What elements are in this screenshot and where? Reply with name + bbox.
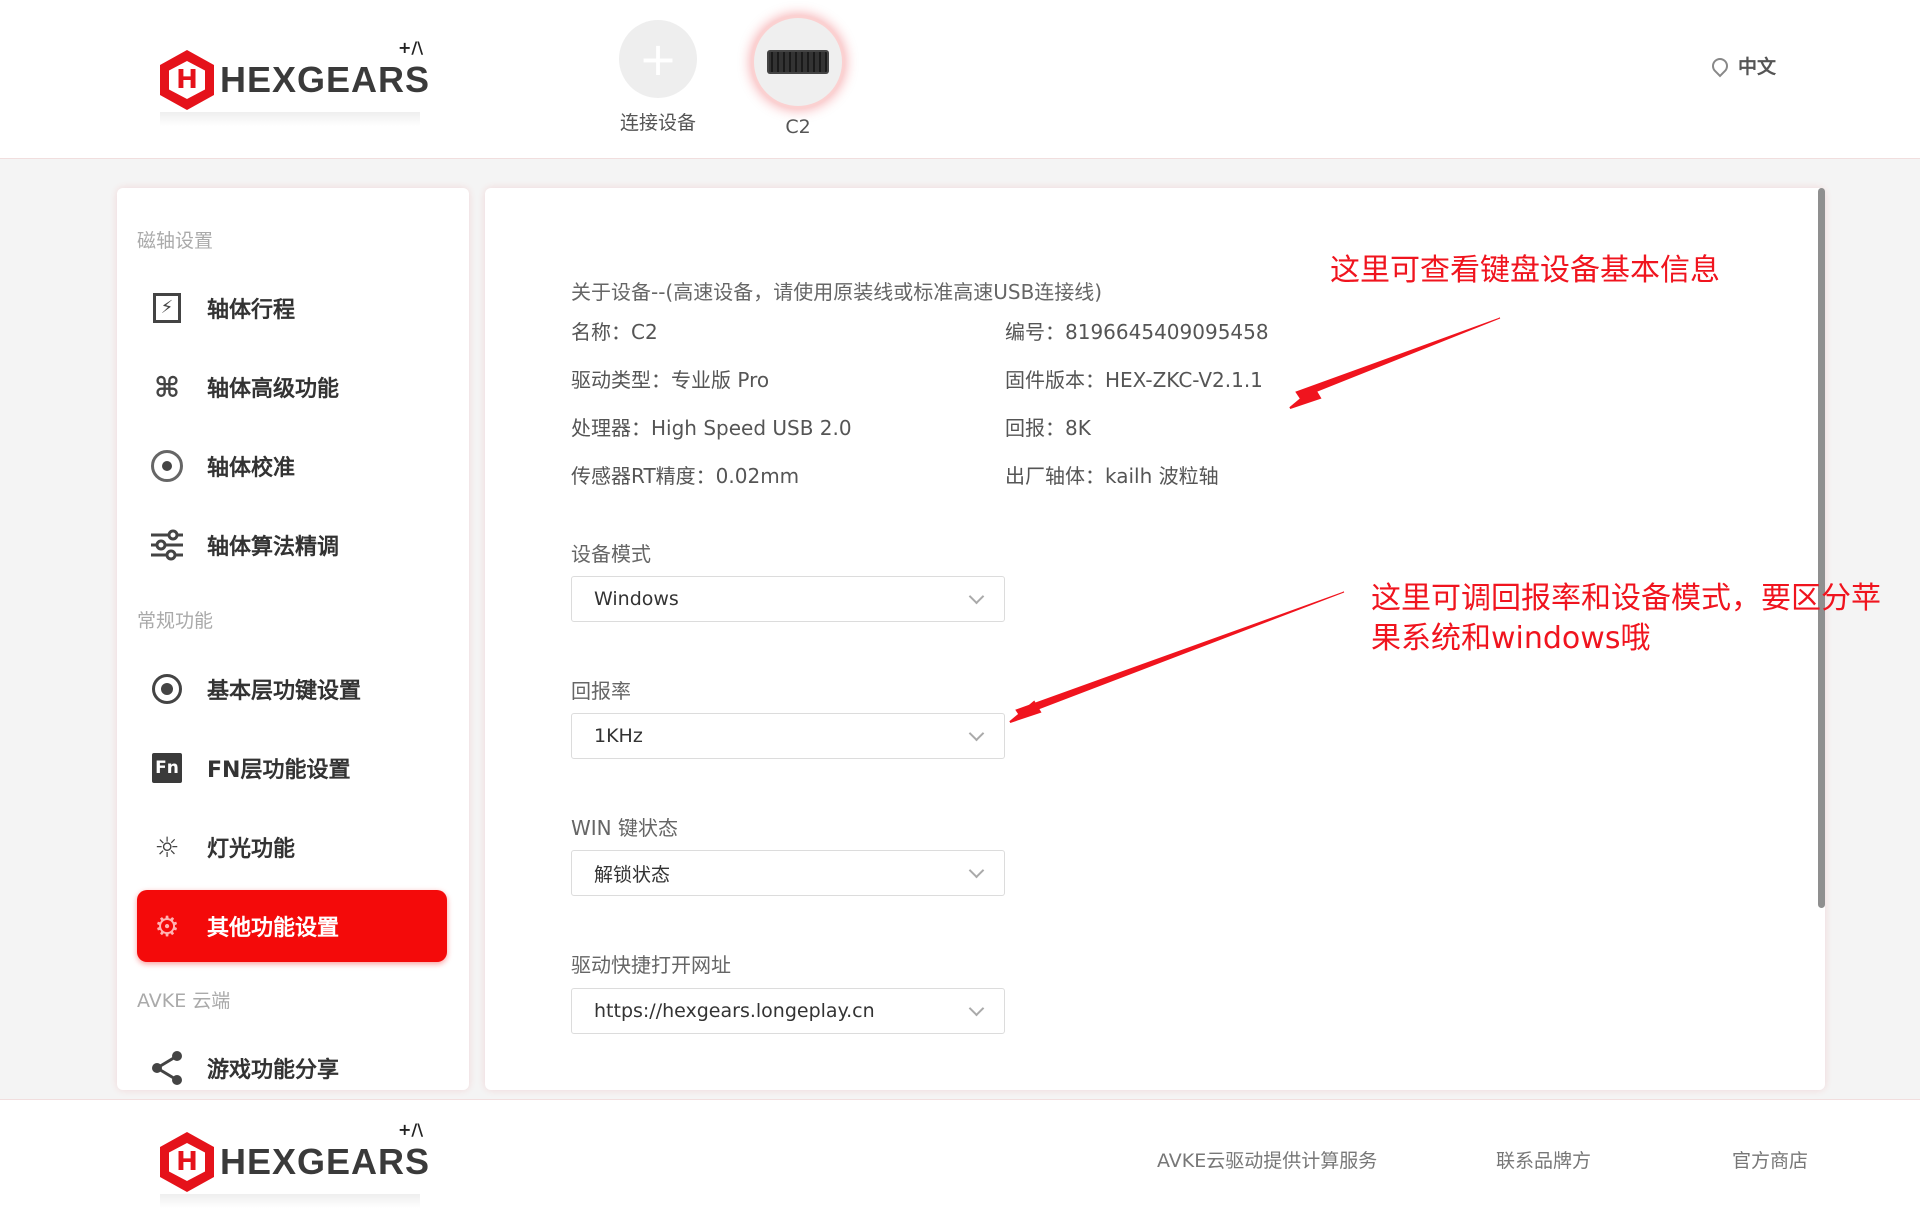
report-rate-info: 回报：8K xyxy=(1005,416,1091,440)
quick-url-value: https://hexgears.longeplay.cn xyxy=(594,1000,875,1022)
sidebar-item-basic-layer[interactable]: 基本层功键设置 xyxy=(137,653,447,725)
device-mode-select[interactable]: Windows xyxy=(571,576,1005,622)
quick-url-select[interactable]: https://hexgears.longeplay.cn xyxy=(571,988,1005,1034)
sidebar-item-fn-layer[interactable]: Fn FN层功能设置 xyxy=(137,732,447,804)
sliders-icon xyxy=(149,527,185,563)
sidebar-item-label: 轴体行程 xyxy=(207,298,296,323)
sidebar-item-other-settings[interactable]: ⚙ 其他功能设置 xyxy=(137,890,447,962)
sidebar-item-label: 轴体校准 xyxy=(207,456,296,481)
calibration-icon xyxy=(149,448,185,484)
sidebar-item-advanced[interactable]: ⌘ 轴体高级功能 xyxy=(137,351,447,423)
connect-device-label: 连接设备 xyxy=(619,112,696,134)
footer-link-contact[interactable]: 联系品牌方 xyxy=(1496,1146,1591,1173)
win-key-label: WIN 键状态 xyxy=(571,816,678,840)
logo-reflection xyxy=(160,112,420,126)
device-c2-button[interactable]: C2 xyxy=(748,18,848,138)
brand-superscript: +/\ xyxy=(398,1120,424,1139)
sidebar-item-label: 其他功能设置 xyxy=(207,916,340,941)
quick-url-label: 驱动快捷打开网址 xyxy=(571,953,731,977)
sidebar-item-algorithm[interactable]: 轴体算法精调 xyxy=(137,509,447,581)
light-icon: ☼ xyxy=(154,830,180,864)
brand-name: HEXGEARS xyxy=(220,1141,431,1182)
footer-brand-logo[interactable]: HEXGEARS +/\ xyxy=(160,1120,431,1208)
chevron-down-icon xyxy=(968,1000,985,1017)
header: HEXGEARS +/\ + 连接设备 C2 中文 xyxy=(0,0,1920,159)
polling-rate-select[interactable]: 1KHz xyxy=(571,713,1005,759)
device-serial: 编号：8196645409095458 xyxy=(1005,320,1269,344)
location-pin-icon xyxy=(1708,54,1732,77)
sidebar-item-label: 轴体高级功能 xyxy=(207,377,340,402)
sidebar-item-lighting[interactable]: ☼ 灯光功能 xyxy=(137,811,447,883)
device-c2-label: C2 xyxy=(785,116,811,138)
plus-icon: + xyxy=(619,20,697,98)
travel-icon: ⚡ xyxy=(149,290,185,326)
brand-superscript: +/\ xyxy=(398,38,424,57)
sidebar-item-share[interactable]: 游戏功能分享 xyxy=(137,1032,447,1090)
section-title-general: 常规功能 xyxy=(137,610,214,632)
gear-icon: ⚙ xyxy=(154,909,180,943)
chevron-down-icon xyxy=(968,588,985,605)
polling-rate-label: 回报率 xyxy=(571,679,631,703)
brand-name: HEXGEARS xyxy=(220,59,431,100)
section-title-magnetic: 磁轴设置 xyxy=(137,230,214,252)
main-scrollbar[interactable] xyxy=(1818,188,1825,908)
annotation-device-info: 这里可查看键盘设备基本信息 xyxy=(1330,253,1720,288)
factory-switch: 出厂轴体：kailh 波粒轴 xyxy=(1005,464,1219,488)
footer-link-store[interactable]: 官方商店 xyxy=(1732,1146,1808,1173)
processor-info: 处理器：High Speed USB 2.0 xyxy=(571,416,852,440)
logo-reflection xyxy=(160,1194,420,1208)
win-key-select[interactable]: 解锁状态 xyxy=(571,850,1005,896)
sidebar-item-label: 灯光功能 xyxy=(207,837,296,862)
annotation-rate-mode-line2: 果系统和windows哦 xyxy=(1371,621,1651,656)
sidebar-item-label: 轴体算法精调 xyxy=(207,535,340,560)
footer: HEXGEARS +/\ xyxy=(0,1099,1920,1218)
fn-glyph: Fn xyxy=(152,753,182,783)
footer-link-avke[interactable]: AVKE云驱动提供计算服务 xyxy=(1157,1146,1377,1173)
fn-icon: Fn xyxy=(149,750,185,786)
sidebar-item-label: 基本层功键设置 xyxy=(207,679,362,704)
sensor-precision: 传感器RT精度：0.02mm xyxy=(571,464,800,488)
sidebar-item-label: FN层功能设置 xyxy=(207,758,351,783)
brand-logo[interactable]: HEXGEARS +/\ xyxy=(160,38,431,126)
sidebar-item-label: 游戏功能分享 xyxy=(207,1058,340,1083)
hexgears-logo-icon xyxy=(160,50,214,110)
chevron-down-icon xyxy=(968,862,985,879)
section-title-cloud: AVKE 云端 xyxy=(137,990,231,1012)
sidebar-item-travel[interactable]: ⚡ 轴体行程 xyxy=(137,272,447,344)
command-icon: ⌘ xyxy=(154,370,180,404)
hexgears-logo-icon xyxy=(160,1132,214,1192)
chevron-down-icon xyxy=(968,725,985,742)
record-icon xyxy=(149,671,185,707)
language-selector[interactable]: 中文 xyxy=(1708,52,1777,79)
device-mode-value: Windows xyxy=(594,588,679,610)
driver-type: 驱动类型：专业版 Pro xyxy=(571,368,770,392)
sidebar-item-calibration[interactable]: 轴体校准 xyxy=(137,430,447,502)
keyboard-icon xyxy=(754,18,842,106)
language-label: 中文 xyxy=(1738,56,1777,78)
share-icon xyxy=(149,1050,185,1086)
annotation-rate-mode-line1: 这里可调回报率和设备模式，要区分苹 xyxy=(1371,581,1881,616)
device-info-title: 关于设备--(高速设备，请使用原装线或标准高速USB连接线) xyxy=(571,280,1103,304)
device-mode-label: 设备模式 xyxy=(571,542,651,566)
connect-device-button[interactable]: + 连接设备 xyxy=(608,20,708,135)
device-name: 名称：C2 xyxy=(571,320,658,344)
win-key-value: 解锁状态 xyxy=(594,863,671,886)
polling-rate-value: 1KHz xyxy=(594,725,643,747)
firmware-version: 固件版本：HEX-ZKC-V2.1.1 xyxy=(1005,368,1263,392)
sidebar: 磁轴设置 ⚡ 轴体行程 ⌘ 轴体高级功能 轴体校准 轴体算法精调 常规功能 基本… xyxy=(117,188,469,1090)
